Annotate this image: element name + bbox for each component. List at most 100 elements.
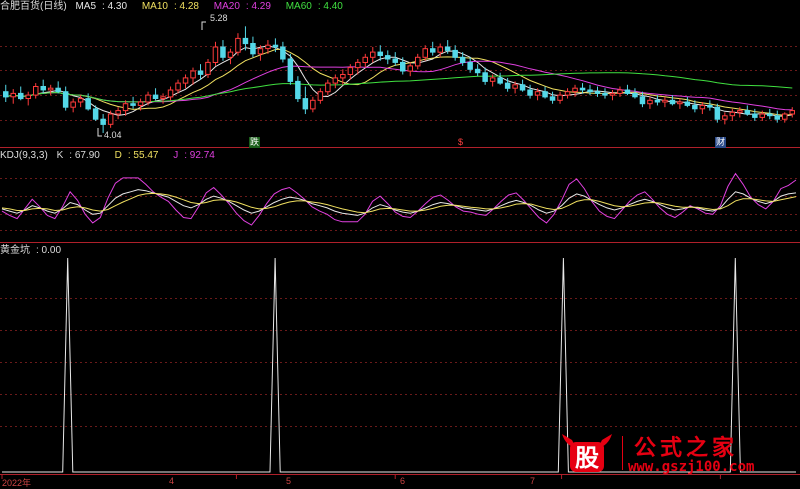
ma20-readout: MA20: 4.29 [213,1,271,12]
watermark: 股 公式之家 www.gszj100.com [558,430,794,476]
candle-body [430,48,436,53]
candle-body [287,58,294,82]
candle-body [519,84,526,91]
candle-body [77,98,84,103]
candle-body [272,44,279,48]
candle-body [594,91,601,94]
candle-body [47,87,54,91]
bull-logo-icon: 股 [562,434,612,472]
candle-body [3,91,9,98]
candle-body [85,98,91,110]
candle-body [564,91,571,96]
candle-body [227,51,234,58]
candle-body [549,96,556,101]
candle-body [669,99,676,105]
candle-body [722,115,728,120]
candle-body [280,46,286,60]
signal-panel-header: 黄金坑: 0.00 [0,244,67,258]
candle-body [684,101,691,106]
signal-panel-title: 黄金坑 [0,245,30,256]
candle-body [415,56,421,67]
chart-canvas [0,21,800,479]
low-pointer [97,128,102,137]
event-marker-cai: 财 [715,137,727,148]
candle-body [699,104,706,110]
candle-body [355,61,361,69]
kdj-j-line [1,172,797,226]
candle-body [100,118,106,125]
watermark-divider [622,436,623,470]
candle-body [145,94,151,103]
candle-body [33,86,39,96]
x-tick-label: 6 [400,476,406,486]
candle-body [25,94,31,99]
candle-body [92,108,99,120]
main-panel-title: 合肥百货(日线) [0,1,67,12]
candle-body [572,87,578,93]
candle-body [107,113,114,125]
candle-body [250,43,256,55]
ma60-readout: MA60: 4.40 [285,1,343,12]
candle-body [347,67,354,75]
candle-body [444,46,451,51]
candle-body [654,99,661,103]
candle-body [197,70,204,75]
candle-body [235,37,241,53]
candle-body [212,46,219,63]
candle-body [579,87,586,91]
candle-body [18,92,24,100]
candle-body [317,91,324,101]
event-marker-dollar: $ [458,137,464,147]
candle-body [662,99,668,103]
candle-body [62,91,69,108]
candle-body [332,77,339,84]
candle-body [122,103,129,112]
candle-body [182,77,189,84]
watermark-url: www.gszj100.com [628,459,755,475]
kdj-panel-title: KDJ(9,3,3) [0,150,48,161]
candle-body [115,110,121,115]
candle-body [557,94,563,101]
candle-body [707,104,713,108]
ma10-readout: MA10: 4.28 [141,1,199,12]
j-readout: J: 92.74 [173,150,215,161]
candle-body [310,99,316,110]
event-marker-die: 跌 [249,137,261,148]
d-readout: D: 55.47 [114,150,159,161]
candle-body [295,80,301,100]
candle-body [534,91,541,96]
x-tick-label: 2022年 [2,478,32,488]
candle-body [400,61,406,72]
candle-body [385,55,391,60]
candle-body [714,106,721,120]
candle-body [205,61,211,75]
candle-body [759,113,765,118]
watermark-title: 公式之家 [634,436,739,461]
candle-body [437,46,443,53]
ma60-line [5,72,793,103]
candle-body [257,48,264,55]
candle-body [489,77,496,82]
candle-body [242,37,249,45]
candle-body [504,82,511,89]
candle-body [624,89,631,94]
candle-body [737,110,743,113]
candle-body [497,77,503,84]
kdj-panel-header: KDJ(9,3,3) K: 67.90 D: 55.47 J: 92.74 [0,149,227,163]
candle-body [729,111,736,117]
candle-body [767,113,773,117]
candle-body [302,98,309,110]
candle-body [167,89,174,98]
high-pointer [201,21,206,30]
candle-body [482,72,488,82]
candle-body [70,101,76,108]
high-annotation: 5.28 [210,13,228,23]
svg-text:股: 股 [575,444,599,472]
x-tick-label: 4 [169,476,175,486]
candle-body [265,44,271,50]
candle-body [677,101,683,105]
candle-body [542,91,548,98]
k-readout: K: 67.90 [56,150,100,161]
candle-body [617,89,623,94]
candle-body [130,103,136,106]
